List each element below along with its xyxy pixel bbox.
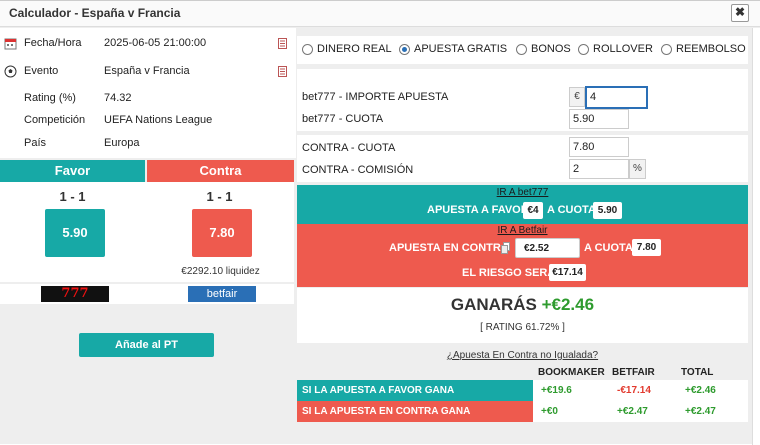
edit-icon[interactable] [278,38,287,49]
result-box: GANARÁS +€2.46 [ RATING 61.72% ] [297,288,748,343]
info-label: País [24,137,47,149]
contra-header: Contra [147,160,294,182]
bookmaker-cell: +€0 [541,406,558,417]
table-row: SI LA APUESTA A FAVOR GANA +€19.6 -€17.1… [297,380,748,401]
radio-label: BONOS [531,43,571,55]
betfair-cell: -€17.14 [617,385,651,396]
info-row-competicion: Competición UEFA Nations League [0,110,296,132]
lay-odd-input[interactable]: 7.80 [569,137,629,157]
col-header-bookmaker: BOOKMAKER [538,367,605,378]
favor-odd-button[interactable]: 5.90 [45,209,105,257]
exchange-form: CONTRA - CUOTA 7.80 CONTRA - COMISIÓN 2 … [297,135,748,182]
go-to-bet777-link[interactable]: IR A bet777 [297,187,748,198]
liquidez-text: €2292.10 liquidez [181,266,260,277]
commission-label: CONTRA - COMISIÓN [302,164,414,176]
back-odd-pill: 5.90 [593,202,622,219]
row-title: SI LA APUESTA A FAVOR GANA [297,380,533,401]
info-row-evento: Evento España v Francia [0,61,296,83]
stake-label: bet777 - IMPORTE APUESTA [302,91,449,103]
info-row-rating: Rating (%) 74.32 [0,88,296,110]
total-cell: +€2.46 [685,385,716,396]
radio-label: ROLLOVER [593,43,653,55]
betfair-logo[interactable]: betfair [188,286,256,302]
radio-label: REEMBOLSO [676,43,746,55]
lay-stake-pill[interactable]: €2.52 [515,238,580,258]
profit-label: GANARÁS [450,295,537,314]
info-value: 2025-06-05 21:00:00 [104,37,207,49]
go-to-betfair-link[interactable]: IR A Betfair [297,225,748,236]
unmatched-lay-link[interactable]: ¿Apuesta En Contra no Igualada? [297,350,748,361]
info-row-pais: País Europa [0,133,296,155]
radio-button[interactable] [302,44,313,55]
odds-cards: 1 - 1 5.90 1 - 1 7.80 €2292.10 liquidez [0,182,294,282]
bookmaker-cell: +€19.6 [541,385,572,396]
profit-line: GANARÁS +€2.46 [297,295,748,315]
close-button[interactable]: ✖ [731,4,749,22]
info-value: Europa [104,137,140,149]
odd-label: bet777 - CUOTA [302,113,384,125]
soccer-ball-icon [4,65,17,78]
col-header-total: TOTAL [681,367,714,378]
bookmaker-instruction-box: IR A bet777 APUESTA A FAVOR €4 A CUOTA 5… [297,185,748,224]
risk-text: EL RIESGO SERÁ [462,267,556,279]
col-header-betfair: BETFAIR [612,367,655,378]
info-row-fecha: Fecha/Hora 2025-06-05 21:00:00 [0,33,296,55]
back-odd-text: A CUOTA [547,204,596,216]
copy-icon[interactable] [501,242,510,254]
calculator-dialog: Calculador - España v Francia ✖ Fecha/Ho… [0,0,760,445]
stake-input[interactable]: 4 [585,86,648,109]
favor-header: Favor [0,160,145,182]
percent-addon: % [629,159,646,179]
profit-value: +€2.46 [541,295,595,314]
title-bar: Calculador - España v Francia ✖ [0,1,760,27]
row-title: SI LA APUESTA EN CONTRA GANA [297,401,533,422]
back-stake-pill: €4 [523,202,543,219]
lay-odd-pill: 7.80 [632,239,661,256]
bet777-logo[interactable]: 777 [41,286,109,302]
total-cell: +€2.47 [685,406,716,417]
radio-button-selected[interactable] [399,44,410,55]
info-label: Evento [24,65,59,77]
risk-pill: €17.14 [549,264,586,281]
event-info-panel: Fecha/Hora 2025-06-05 21:00:00 Evento Es… [0,28,296,158]
info-value: UEFA Nations League [104,114,213,126]
info-label: Competición [24,114,86,126]
add-to-pt-button[interactable]: Añade al PT [79,333,214,357]
radio-button[interactable] [578,44,589,55]
calendar-icon [4,38,17,50]
bookmaker-form: bet777 - IMPORTE APUESTA € 4 bet777 - CU… [297,69,748,131]
background-scroll-edge [752,28,760,445]
commission-input[interactable]: 2 [569,159,629,179]
bet-type-radios: DINERO REAL APUESTA GRATIS BONOS ROLLOVE… [297,36,748,64]
lay-odd-label: CONTRA - CUOTA [302,142,396,154]
lay-odd-text: A CUOTA [584,242,633,254]
contra-odd-button[interactable]: 7.80 [192,209,252,257]
exchange-instruction-box: IR A Betfair APUESTA EN CONTRA €2.52 A C… [297,224,748,287]
radio-label: DINERO REAL [317,43,392,55]
dialog-title: Calculador - España v Francia [9,6,181,20]
logos-row: 777 betfair [0,284,294,304]
contra-score: 1 - 1 [206,189,233,204]
info-label: Fecha/Hora [24,37,82,49]
favor-score: 1 - 1 [59,189,86,204]
betfair-cell: +€2.47 [617,406,648,417]
odd-input[interactable]: 5.90 [569,109,629,129]
table-row: SI LA APUESTA EN CONTRA GANA +€0 +€2.47 … [297,401,748,422]
radio-button[interactable] [661,44,672,55]
currency-addon: € [569,87,585,107]
back-bet-text: APUESTA A FAVOR [427,204,529,216]
radio-label: APUESTA GRATIS [414,43,508,55]
info-value: 74.32 [104,92,132,104]
info-label: Rating (%) [24,92,76,104]
edit-icon[interactable] [278,66,287,77]
lay-bet-text: APUESTA EN CONTRA [389,242,509,254]
radio-button[interactable] [516,44,527,55]
info-value: España v Francia [104,65,190,77]
rating-text: [ RATING 61.72% ] [480,322,565,333]
